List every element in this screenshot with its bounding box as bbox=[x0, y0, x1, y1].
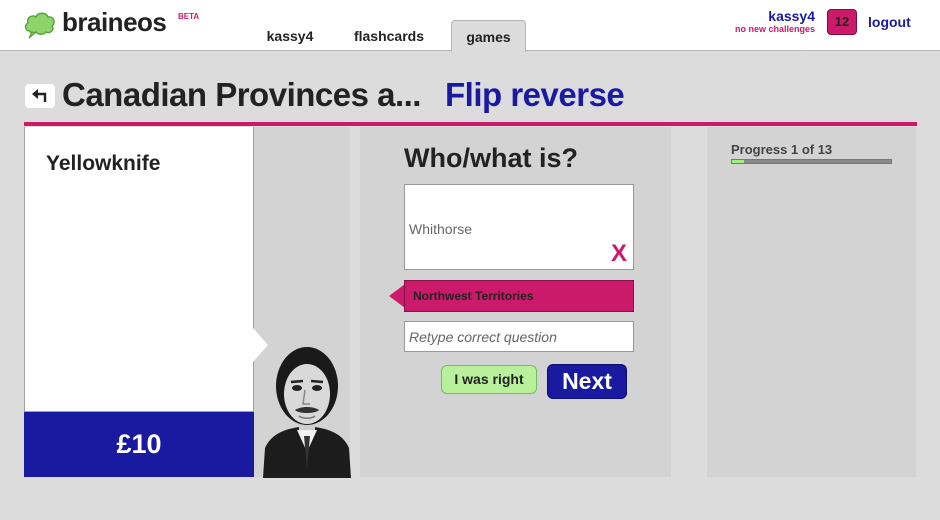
x-icon: X bbox=[610, 240, 627, 267]
logout-link[interactable]: logout bbox=[868, 14, 911, 30]
game-mode-title: Flip reverse bbox=[445, 76, 625, 113]
retype-input[interactable] bbox=[404, 321, 634, 352]
back-arrow-icon bbox=[32, 89, 47, 102]
progress-bar bbox=[731, 159, 892, 164]
challenge-count-badge[interactable]: 12 bbox=[827, 9, 857, 35]
correct-answer-banner: Northwest Territories bbox=[404, 280, 634, 312]
progress-panel bbox=[707, 127, 916, 477]
progress-fill bbox=[732, 160, 745, 163]
title-divider bbox=[24, 122, 917, 126]
back-button[interactable] bbox=[25, 84, 55, 108]
top-bar: braineos BETA kassy4 flashcards games ka… bbox=[0, 0, 940, 52]
answer-box: Whithorse X bbox=[404, 184, 634, 270]
beta-label: BETA bbox=[178, 12, 200, 21]
card-text: Yellowknife bbox=[46, 152, 161, 175]
given-answer: Whithorse bbox=[409, 221, 473, 237]
challenge-status: no new challenges bbox=[734, 24, 815, 34]
i-was-right-button[interactable]: I was right bbox=[441, 365, 537, 394]
tab-kassy4[interactable]: kassy4 bbox=[258, 20, 322, 50]
correct-pointer bbox=[389, 284, 405, 308]
correct-answer-text: Northwest Territories bbox=[413, 289, 534, 303]
question-prompt: Who/what is? bbox=[404, 143, 578, 173]
tab-flashcards[interactable]: flashcards bbox=[344, 20, 434, 50]
next-button[interactable]: Next bbox=[547, 364, 627, 399]
progress-label: Progress 1 of 13 bbox=[731, 142, 833, 157]
tab-games[interactable]: games bbox=[451, 20, 526, 52]
prize-amount: £10 bbox=[24, 412, 254, 477]
logo-text[interactable]: braineos bbox=[62, 7, 167, 38]
brain-cloud-icon bbox=[24, 12, 55, 39]
page-title: Canadian Provinces a... bbox=[62, 76, 421, 113]
user-name-link[interactable]: kassy4 bbox=[768, 8, 815, 24]
host-portrait bbox=[263, 347, 351, 478]
